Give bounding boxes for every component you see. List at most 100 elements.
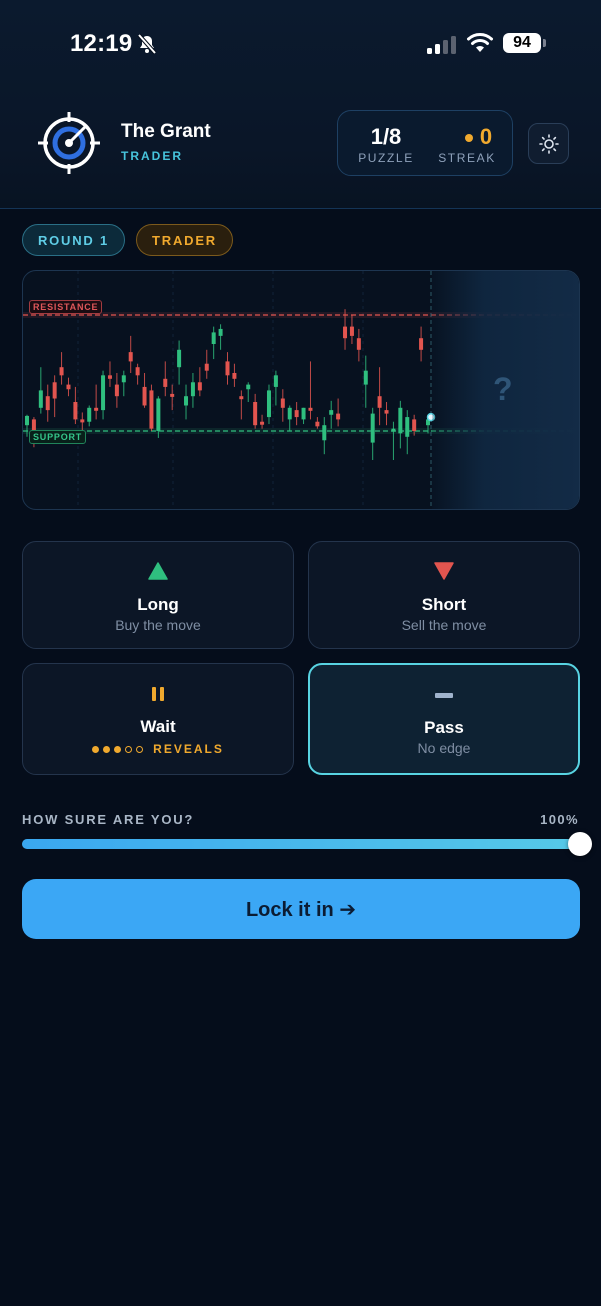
candle-body: [94, 407, 99, 411]
candle-body: [225, 361, 230, 376]
candle-body: [45, 396, 50, 411]
pass-button[interactable]: Pass No edge: [308, 663, 580, 775]
unknown-outcome-mark: ?: [493, 371, 513, 407]
short-subtitle: Sell the move: [401, 617, 487, 633]
candle-body: [211, 332, 216, 344]
candle-body: [239, 396, 244, 400]
candle-body: [405, 417, 410, 437]
reveals-label: REVEALS: [153, 742, 224, 756]
candle-body: [204, 363, 209, 371]
confidence-slider-track[interactable]: [22, 839, 580, 849]
player-rank: TRADER: [121, 149, 183, 163]
reveal-dot: [92, 745, 100, 753]
pause-icon: [152, 687, 164, 701]
theme-toggle-button[interactable]: [528, 123, 569, 164]
candle-body: [336, 413, 341, 420]
candle-body: [370, 413, 375, 443]
candle-body: [419, 338, 424, 350]
candle-body: [322, 425, 327, 441]
puzzle-label: PUZZLE: [358, 151, 414, 165]
reveals-indicator: REVEALS: [23, 742, 293, 756]
long-button[interactable]: Long Buy the move: [22, 541, 294, 649]
candle-body: [52, 382, 57, 399]
confidence-slider-fill: [22, 839, 580, 849]
candle-body: [184, 396, 189, 406]
short-title: Short: [421, 595, 467, 614]
target-logo-icon: [38, 112, 100, 174]
confidence-slider-thumb[interactable]: [568, 832, 592, 856]
candle-body: [308, 407, 313, 411]
candle-body: [66, 384, 71, 390]
short-button[interactable]: Short Sell the move: [308, 541, 580, 649]
candle-body: [349, 326, 354, 336]
triangle-up-icon: [148, 562, 168, 580]
level-badge: TRADER: [136, 224, 233, 256]
wait-title: Wait: [140, 717, 176, 736]
price-chart: ? RESISTANCE SUPPORT: [22, 270, 580, 510]
dash-icon: [435, 693, 453, 698]
stats-card: 1/8 PUZZLE 0 STREAK: [337, 110, 513, 176]
candle-body: [398, 407, 403, 434]
candle-body: [294, 410, 299, 418]
candle-body: [273, 375, 278, 387]
streak-dot-icon: [465, 134, 473, 142]
candle-body: [280, 398, 285, 408]
status-bar: 12:19 94: [0, 0, 601, 88]
candle-body: [266, 390, 271, 418]
status-time: 12:19: [70, 30, 133, 57]
candle-body: [377, 396, 382, 408]
candle-body: [149, 390, 154, 429]
candle-body: [156, 398, 161, 431]
puzzle-count: 1/8: [370, 124, 402, 149]
candle-body: [412, 419, 417, 431]
long-title: Long: [137, 595, 179, 614]
battery-cap: [543, 39, 546, 47]
candle-body: [246, 384, 251, 390]
candle-body: [232, 373, 237, 379]
candle-body: [170, 393, 175, 397]
bell-muted-icon: [137, 33, 157, 55]
cellular-signal-icon: [427, 34, 459, 54]
candle-body: [80, 419, 85, 423]
candle-body: [25, 415, 29, 426]
round-badge: ROUND 1: [22, 224, 125, 256]
sun-icon: [538, 133, 559, 154]
candle-body: [107, 375, 112, 379]
streak-count: 0: [479, 124, 493, 149]
candle-body: [260, 421, 265, 425]
long-subtitle: Buy the move: [115, 617, 201, 633]
candle-body: [356, 338, 361, 350]
app-title: The Grant: [121, 121, 211, 142]
candle-body: [343, 326, 348, 339]
reveal-dot: [103, 745, 111, 753]
candle-body: [287, 407, 292, 420]
candle-body: [177, 349, 182, 368]
confidence-label: HOW SURE ARE YOU?: [22, 812, 195, 827]
wait-button[interactable]: Wait REVEALS: [22, 663, 294, 775]
support-label: SUPPORT: [29, 430, 87, 444]
candle-body: [363, 370, 368, 385]
candle-body: [218, 328, 223, 336]
candle-body: [301, 407, 306, 420]
pass-title: Pass: [424, 718, 464, 737]
pass-subtitle: No edge: [417, 740, 471, 756]
candle-body: [73, 402, 78, 420]
candle-body: [128, 352, 133, 362]
reveal-dot: [136, 745, 144, 753]
candle-body: [391, 428, 396, 432]
triangle-down-icon: [434, 562, 454, 580]
candle-body: [114, 384, 119, 397]
candle-body: [197, 382, 202, 391]
candle-body: [329, 410, 334, 415]
candle-body: [59, 367, 64, 376]
confidence-value: 100%: [540, 812, 579, 827]
lock-it-in-button[interactable]: Lock it in ➔: [22, 879, 580, 939]
resistance-label: RESISTANCE: [29, 300, 103, 314]
battery-indicator: 94: [503, 33, 541, 53]
candle-body: [38, 390, 43, 408]
candle-body: [163, 378, 168, 387]
candle-body: [384, 410, 389, 414]
candle-body: [315, 421, 320, 427]
candle-body: [101, 375, 106, 411]
streak-label: STREAK: [438, 151, 496, 165]
